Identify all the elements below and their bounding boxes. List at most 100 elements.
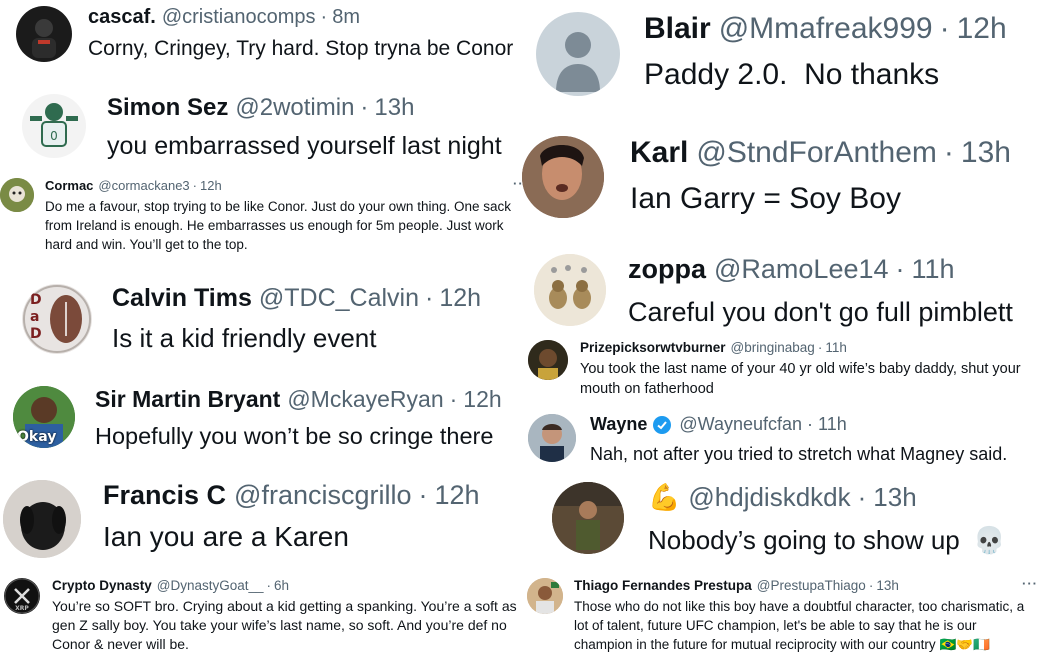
avatar-caption: XRP <box>15 605 29 612</box>
timestamp[interactable]: 13h <box>961 136 1011 170</box>
separator: · <box>449 386 458 412</box>
tweet-text: You’re so SOFT bro. Crying about a kid g… <box>52 598 517 652</box>
avatar[interactable] <box>528 414 576 462</box>
user-handle[interactable]: @RamoLee14 <box>714 254 889 285</box>
separator: · <box>192 178 198 193</box>
user-handle[interactable]: @franciscgrillo <box>234 480 411 511</box>
separator: · <box>320 6 328 28</box>
flag-emojis: 🇧🇷🤝🇮🇪 <box>939 637 990 652</box>
tweet-text: Hopefully you won’t be so cringe there <box>95 423 494 449</box>
tweet-crypto-dynasty[interactable]: XRP Crypto Dynasty @DynastyGoat__ · 6h Y… <box>4 578 524 654</box>
tweet-text: Ian Garry = Soy Boy <box>630 182 901 215</box>
tweet-francis-c[interactable]: Francis C @franciscgrillo · 12h Ian you … <box>3 480 480 558</box>
verified-check-icon <box>653 415 672 434</box>
user-handle[interactable]: @PrestupaThiago <box>757 578 866 593</box>
separator: · <box>266 578 272 593</box>
display-name[interactable]: Wayne <box>590 414 647 435</box>
display-name[interactable]: Simon Sez <box>107 94 228 122</box>
user-handle[interactable]: @MckayeRyan <box>287 386 443 413</box>
separator: · <box>939 12 950 45</box>
display-name[interactable]: cascaf. <box>88 6 156 29</box>
display-name[interactable]: Prizepicksorwtvburner <box>580 340 726 355</box>
timestamp[interactable]: 6h <box>274 578 289 593</box>
separator: · <box>807 414 814 434</box>
avatar[interactable]: XRP <box>4 578 40 614</box>
tweet-zoppa[interactable]: zoppa @RamoLee14 · 11h Careful you don't… <box>534 254 1013 328</box>
separator: · <box>425 284 434 312</box>
avatar[interactable] <box>528 340 568 380</box>
avatar[interactable]: Okay <box>13 386 75 448</box>
user-handle[interactable]: @cristianocomps <box>162 6 316 29</box>
display-name[interactable]: Francis C <box>103 480 226 511</box>
user-handle[interactable]: @DynastyGoat__ <box>157 578 264 593</box>
timestamp[interactable]: 11h <box>912 254 955 285</box>
svg-text:0: 0 <box>50 129 58 143</box>
avatar[interactable] <box>527 578 563 614</box>
timestamp[interactable]: 13h <box>374 94 414 122</box>
avatar[interactable] <box>16 6 72 62</box>
separator: · <box>943 136 954 169</box>
user-handle[interactable]: @TDC_Calvin <box>259 284 419 313</box>
display-name[interactable]: zoppa <box>628 254 706 285</box>
tweet-prizepicksorwtvburner[interactable]: Prizepicksorwtvburner @bringinabag · 11h… <box>528 340 1040 399</box>
avatar[interactable] <box>522 136 604 218</box>
separator: · <box>857 482 867 512</box>
separator: · <box>895 254 905 284</box>
tweet-text: Do me a favour, stop trying to be like C… <box>45 199 511 252</box>
user-handle[interactable]: @2wotimin <box>235 94 354 122</box>
display-name[interactable]: Crypto Dynasty <box>52 578 152 593</box>
display-name[interactable]: Calvin Tims <box>112 284 252 313</box>
avatar[interactable] <box>552 482 624 554</box>
user-handle[interactable]: @bringinabag <box>731 340 815 355</box>
user-handle[interactable]: @cormackane3 <box>98 178 189 193</box>
tweet-thiago-fernandes-prestupa[interactable]: Thiago Fernandes Prestupa @PrestupaThiag… <box>527 578 1034 654</box>
display-name[interactable]: Thiago Fernandes Prestupa <box>574 578 752 593</box>
tweet-calvin-tims[interactable]: DaD Calvin Tims @TDC_Calvin · 12h Is it … <box>22 284 481 354</box>
avatar[interactable]: 0 <box>22 94 86 158</box>
display-name[interactable]: Sir Martin Bryant <box>95 386 280 413</box>
display-name[interactable]: Karl <box>630 136 688 170</box>
tweet-blair[interactable]: Blair @Mmafreak999 · 12h Paddy 2.0. No t… <box>536 12 1007 96</box>
avatar[interactable] <box>534 254 606 326</box>
tweet-text: you embarrassed yourself last night <box>107 132 502 160</box>
user-handle[interactable]: @Mmafreak999 <box>719 12 933 46</box>
timestamp[interactable]: 8m <box>332 6 360 29</box>
skull-emoji: 💀 <box>972 525 1006 555</box>
timestamp[interactable]: 12h <box>957 12 1007 46</box>
timestamp[interactable]: 12h <box>435 480 480 511</box>
tweet-cormac[interactable]: Cormac @cormackane3 · 12h Do me a favour… <box>0 178 515 254</box>
display-name[interactable]: Blair <box>644 12 711 46</box>
timestamp[interactable]: 12h <box>439 284 481 313</box>
timestamp[interactable]: 11h <box>825 340 847 355</box>
timestamp[interactable]: 12h <box>200 178 222 193</box>
timestamp[interactable]: 13h <box>873 482 916 513</box>
avatar[interactable] <box>3 480 81 558</box>
tweet-text: You took the last name of your 40 yr old… <box>580 361 1021 397</box>
more-dots-icon[interactable]: ··· <box>1022 576 1038 591</box>
timestamp[interactable]: 13h <box>876 578 899 593</box>
tweet-text: Nah, not after you tried to stretch what… <box>590 444 1008 464</box>
timestamp[interactable]: 12h <box>463 386 501 413</box>
user-handle[interactable]: @Wayneufcfan <box>679 414 802 435</box>
avatar-caption: Okay <box>17 429 57 445</box>
user-handle[interactable]: @StndForAnthem <box>696 136 937 170</box>
tweet-text: Nobody’s going to show up <box>648 525 960 555</box>
user-handle[interactable]: @hdjdiskdkdk <box>688 482 850 513</box>
avatar[interactable]: DaD <box>22 284 92 354</box>
tweet-cascaf[interactable]: cascaf. @cristianocomps · 8m Corny, Crin… <box>16 6 513 62</box>
tweet-text: Corny, Cringey, Try hard. Stop tryna be … <box>88 37 514 60</box>
separator: · <box>817 340 823 355</box>
display-name[interactable]: 💪 <box>648 482 680 513</box>
tweet-hdjdiskdkdk[interactable]: 💪 @hdjdiskdkdk · 13h Nobody’s going to s… <box>552 482 1005 556</box>
avatar-letters: DaD <box>30 292 42 342</box>
tweet-simon-sez[interactable]: 0 Simon Sez @2wotimin · 13h you embarras… <box>22 94 502 161</box>
avatar[interactable] <box>0 178 34 212</box>
tweet-wayne[interactable]: Wayne @Wayneufcfan · 11h Nah, not after … <box>528 414 1007 465</box>
tweet-karl[interactable]: Karl @StndForAnthem · 13h Ian Garry = So… <box>522 136 1011 218</box>
separator: · <box>868 578 874 593</box>
timestamp[interactable]: 11h <box>818 414 847 435</box>
tweet-sir-martin-bryant[interactable]: Okay Sir Martin Bryant @MckayeRyan · 12h… <box>13 386 502 450</box>
default-profile-icon[interactable] <box>536 12 620 96</box>
tweet-text: Is it a kid friendly event <box>112 323 377 353</box>
display-name[interactable]: Cormac <box>45 178 93 193</box>
